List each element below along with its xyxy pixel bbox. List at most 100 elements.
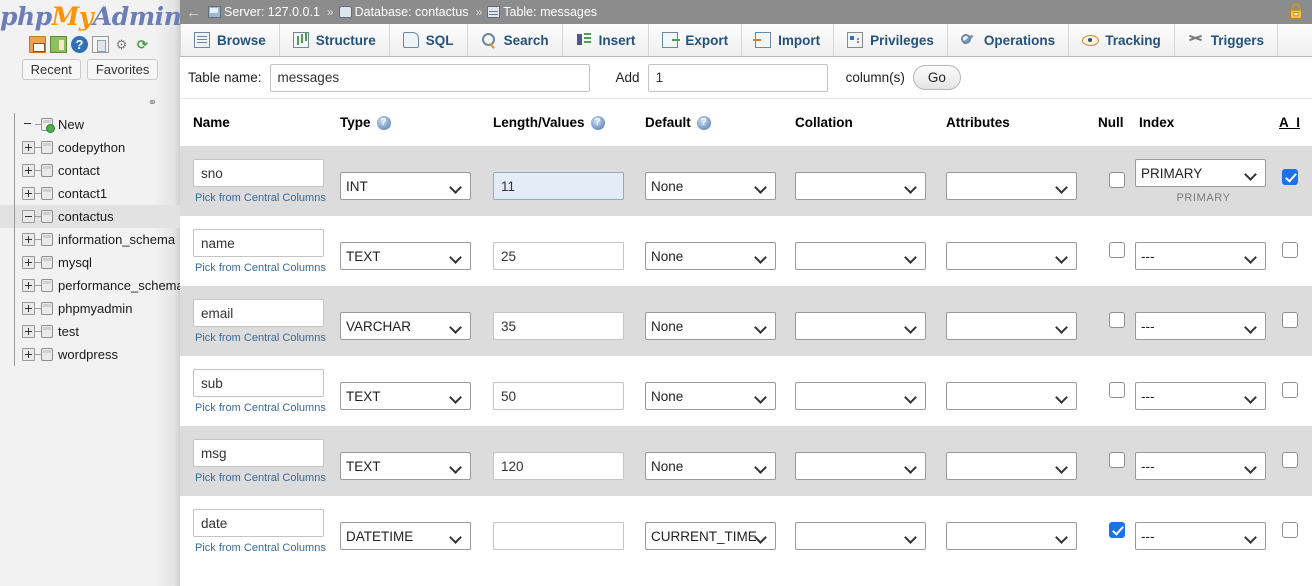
column-collation-select[interactable] [795, 172, 926, 200]
column-index-select[interactable]: --- [1135, 452, 1266, 480]
column-name-input[interactable] [193, 509, 324, 537]
column-length-input[interactable] [493, 382, 624, 410]
column-length-input[interactable] [493, 452, 624, 480]
column-null-checkbox[interactable] [1108, 312, 1125, 328]
tab-tracking[interactable]: Tracking [1069, 24, 1175, 56]
column-auto-increment-checkbox[interactable] [1281, 522, 1298, 538]
column-length-input[interactable] [493, 522, 624, 550]
column-null-checkbox[interactable] [1108, 172, 1125, 188]
column-default-select[interactable]: None [645, 242, 776, 270]
sidebar-db-performance_schema[interactable]: performance_schema [0, 274, 180, 297]
breadcrumb-database[interactable]: Database: contactus [338, 5, 469, 19]
favorites-button[interactable]: Favorites [86, 59, 159, 80]
tab-privileges[interactable]: Privileges [834, 24, 948, 56]
breadcrumb-server[interactable]: Server: 127.0.0.1 [208, 5, 320, 19]
expand-icon[interactable] [22, 302, 35, 315]
expand-icon[interactable] [22, 141, 35, 154]
tab-export[interactable]: Export [649, 24, 743, 56]
column-attributes-select[interactable] [946, 452, 1077, 480]
home-icon[interactable] [29, 35, 46, 53]
expand-icon[interactable] [22, 187, 35, 200]
help-icon[interactable]: ? [71, 35, 88, 53]
column-null-checkbox[interactable] [1108, 382, 1125, 398]
column-name-input[interactable] [193, 369, 324, 397]
column-index-select[interactable]: --- [1135, 312, 1266, 340]
pick-from-central-columns-link[interactable]: Pick from Central Columns [193, 402, 340, 414]
column-type-select[interactable]: INT [340, 172, 471, 200]
sidebar-db-codepython[interactable]: codepython [0, 136, 180, 159]
column-null-checkbox[interactable] [1108, 242, 1125, 258]
chain-link-icon[interactable]: ⚭ [148, 97, 157, 109]
tab-browse[interactable]: Browse [180, 24, 280, 56]
column-attributes-select[interactable] [946, 172, 1077, 200]
recent-button[interactable]: Recent [21, 59, 81, 80]
tab-search[interactable]: Search [467, 24, 563, 56]
column-index-select[interactable]: PRIMARY [1135, 159, 1266, 187]
breadcrumb-table[interactable]: Table: messages [487, 5, 597, 19]
column-collation-select[interactable] [795, 452, 926, 480]
column-default-select[interactable]: None [645, 312, 776, 340]
pick-from-central-columns-link[interactable]: Pick from Central Columns [193, 192, 340, 204]
column-collation-select[interactable] [795, 312, 926, 340]
column-length-input[interactable] [493, 242, 624, 270]
column-auto-increment-checkbox[interactable] [1281, 242, 1298, 258]
column-name-input[interactable] [193, 439, 324, 467]
reload-icon[interactable]: ⟳ [134, 36, 151, 53]
sidebar-db-contact[interactable]: contact [0, 159, 180, 182]
length-help-icon[interactable]: ? [590, 115, 605, 130]
column-auto-increment-checkbox[interactable] [1281, 312, 1298, 328]
type-help-icon[interactable]: ? [376, 115, 391, 130]
column-name-input[interactable] [193, 229, 324, 257]
column-collation-select[interactable] [795, 242, 926, 270]
column-auto-increment-checkbox[interactable] [1281, 382, 1298, 398]
phpmyadmin-logo[interactable]: phpMyAdmin [0, 0, 180, 31]
column-index-select[interactable]: --- [1135, 382, 1266, 410]
sidebar-db-phpmyadmin[interactable]: phpmyadmin [0, 297, 180, 320]
column-type-select[interactable]: TEXT [340, 452, 471, 480]
column-auto-increment-checkbox[interactable] [1281, 452, 1298, 468]
pick-from-central-columns-link[interactable]: Pick from Central Columns [193, 332, 340, 344]
default-help-icon[interactable]: ? [696, 115, 711, 130]
collapse-icon[interactable] [22, 210, 35, 223]
column-collation-select[interactable] [795, 382, 926, 410]
pick-from-central-columns-link[interactable]: Pick from Central Columns [193, 542, 340, 554]
sidebar-db-mysql[interactable]: mysql [0, 251, 180, 274]
pick-from-central-columns-link[interactable]: Pick from Central Columns [193, 262, 340, 274]
settings-gear-icon[interactable]: ⚙ [113, 36, 130, 53]
column-default-select[interactable]: None [645, 382, 776, 410]
expand-icon[interactable] [22, 348, 35, 361]
column-type-select[interactable]: DATETIME [340, 522, 471, 550]
sidebar-db-contact1[interactable]: contact1 [0, 182, 180, 205]
column-index-select[interactable]: --- [1135, 522, 1266, 550]
column-default-select[interactable]: CURRENT_TIME [645, 522, 776, 550]
column-type-select[interactable]: TEXT [340, 242, 471, 270]
column-attributes-select[interactable] [946, 522, 1077, 550]
documentation-icon[interactable] [92, 35, 109, 53]
column-attributes-select[interactable] [946, 242, 1077, 270]
column-default-select[interactable]: None [645, 452, 776, 480]
pick-from-central-columns-link[interactable]: Pick from Central Columns [193, 472, 340, 484]
column-length-input[interactable] [493, 172, 624, 200]
expand-icon[interactable] [22, 233, 35, 246]
tab-structure[interactable]: Structure [279, 24, 390, 56]
expand-icon[interactable] [22, 164, 35, 177]
column-type-select[interactable]: TEXT [340, 382, 471, 410]
expand-icon[interactable] [22, 325, 35, 338]
column-name-input[interactable] [193, 299, 324, 327]
column-auto-increment-checkbox[interactable] [1281, 169, 1298, 185]
column-null-checkbox[interactable] [1108, 522, 1125, 538]
go-button[interactable]: Go [912, 65, 961, 90]
add-columns-input[interactable] [647, 63, 828, 92]
column-type-select[interactable]: VARCHAR [340, 312, 471, 340]
column-collation-select[interactable] [795, 522, 926, 550]
column-default-select[interactable]: None [645, 172, 776, 200]
column-attributes-select[interactable] [946, 312, 1077, 340]
tab-insert[interactable]: Insert [562, 24, 650, 56]
tab-import[interactable]: Import [742, 24, 835, 56]
column-length-input[interactable] [493, 312, 624, 340]
sidebar-db-new[interactable]: New [0, 113, 180, 136]
sidebar-db-test[interactable]: test [0, 320, 180, 343]
table-name-input[interactable] [269, 63, 590, 92]
expand-icon[interactable] [22, 256, 35, 269]
lock-icon[interactable] [1288, 3, 1304, 20]
